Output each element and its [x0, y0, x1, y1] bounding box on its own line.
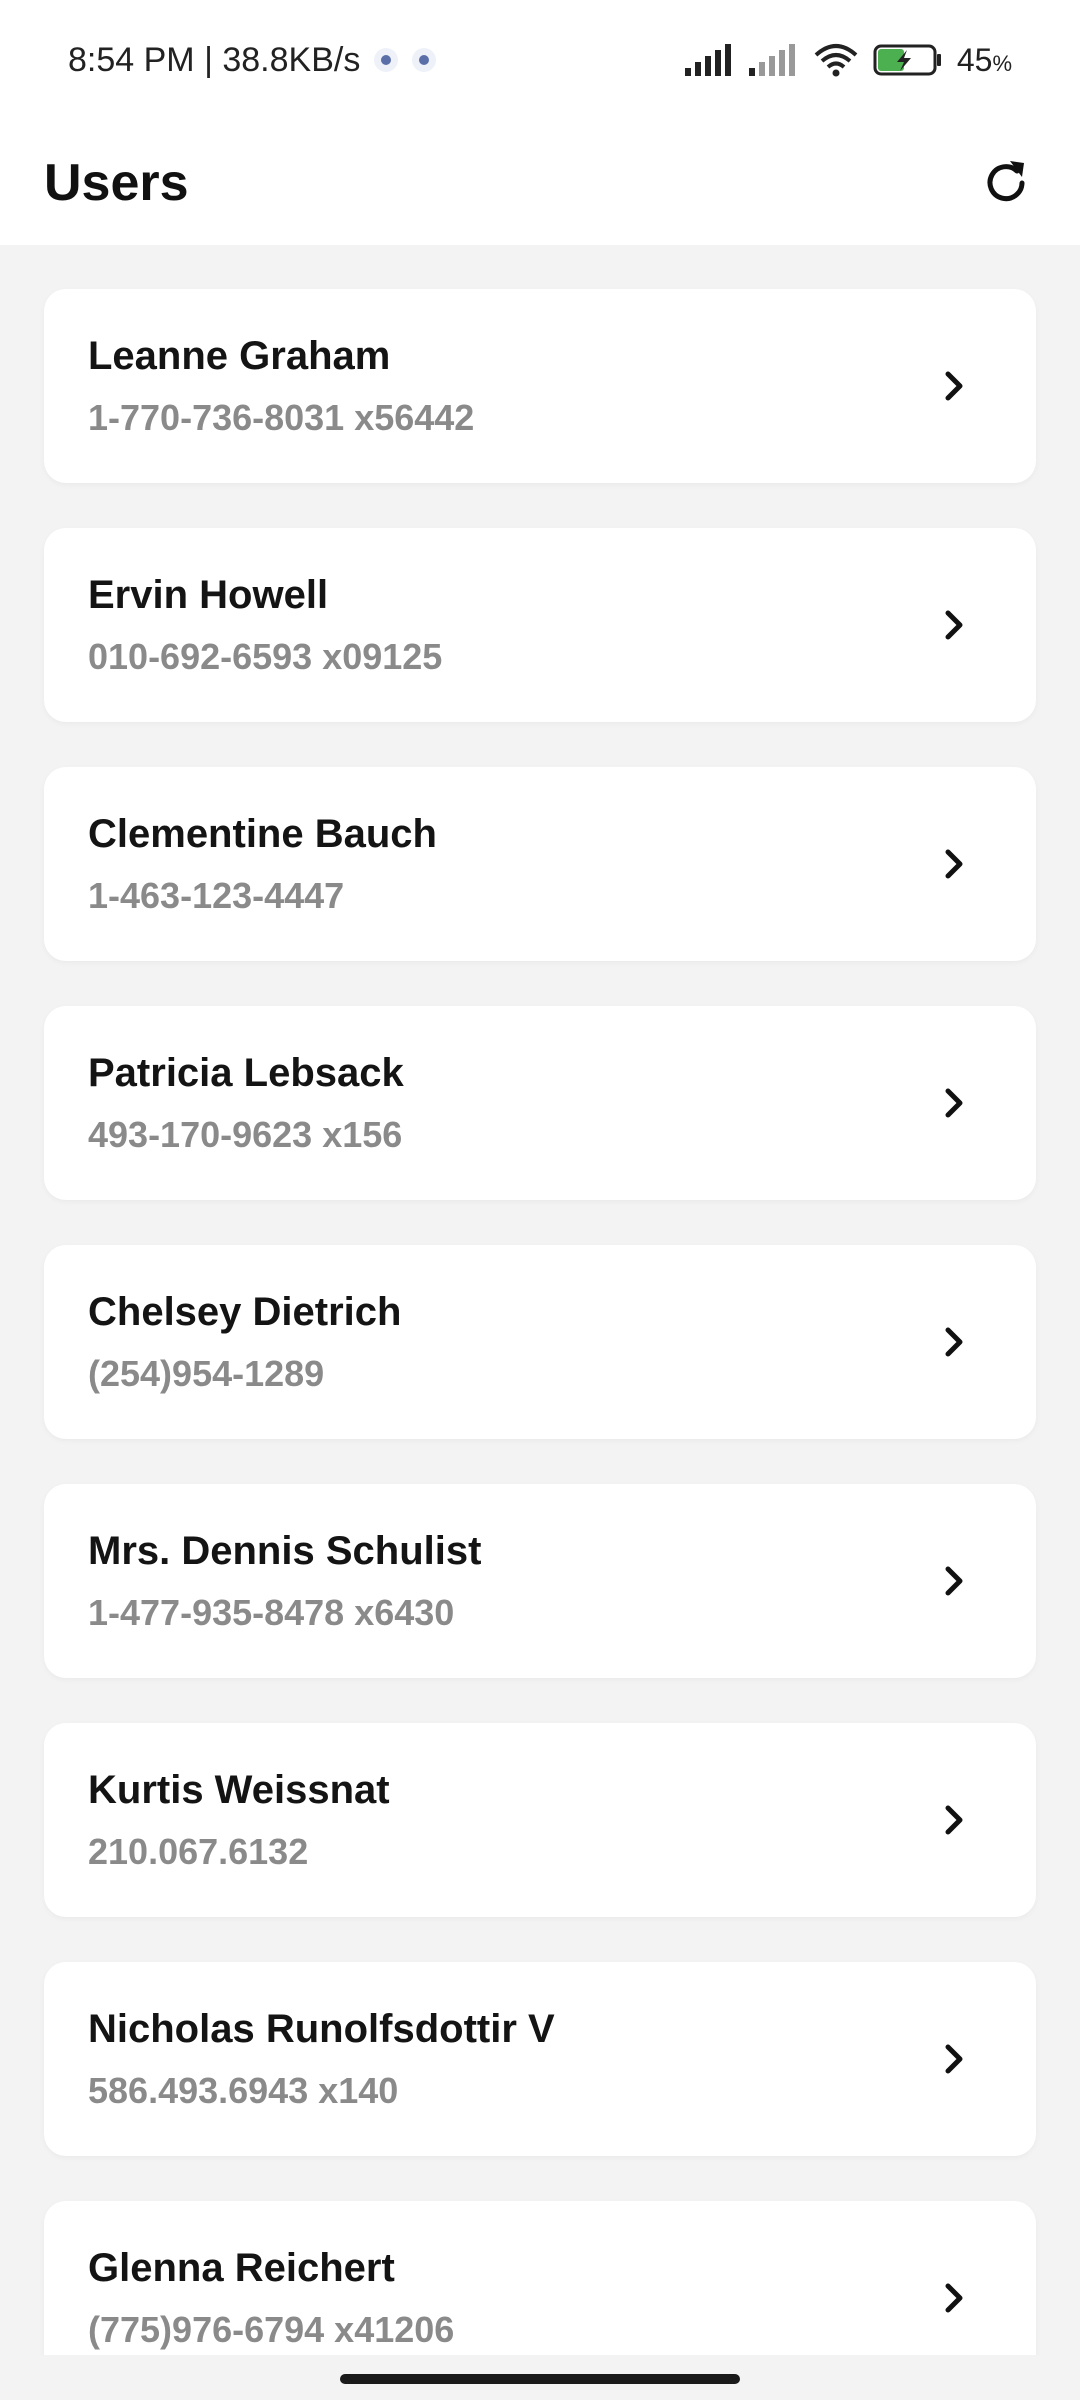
list-item-text: Ervin Howell 010-692-6593 x09125 [88, 573, 442, 678]
list-item-text: Chelsey Dietrich (254)954-1289 [88, 1290, 401, 1395]
chevron-right-icon [945, 2283, 963, 2313]
chevron-right-icon [945, 371, 963, 401]
list-item[interactable]: Nicholas Runolfsdottir V 586.493.6943 x1… [44, 1962, 1036, 2156]
status-time-speed: 8:54 PM | 38.8KB/s [68, 40, 361, 79]
user-name: Chelsey Dietrich [88, 1289, 402, 1334]
user-name: Kurtis Weissnat [88, 1767, 390, 1812]
chevron-right-icon [945, 2044, 963, 2074]
chevron-right-icon [945, 849, 963, 879]
user-name: Nicholas Runolfsdottir V [88, 2006, 555, 2051]
wifi-icon [814, 44, 858, 77]
user-phone: 1-463-123-4447 [88, 874, 345, 916]
user-phone: (775)976-6794 x41206 [88, 2308, 455, 2350]
refresh-button[interactable] [976, 153, 1036, 213]
user-phone: 010-692-6593 x09125 [88, 635, 443, 677]
notification-icon [374, 48, 399, 72]
list-item-text: Patricia Lebsack 493-170-9623 x156 [88, 1051, 404, 1156]
user-name: Glenna Reichert [88, 2245, 395, 2290]
list-item[interactable]: Glenna Reichert (775)976-6794 x41206 [44, 2201, 1036, 2355]
list-item-text: Kurtis Weissnat 210.067.6132 [88, 1768, 390, 1873]
user-list[interactable]: Leanne Graham 1-770-736-8031 x56442 Ervi… [0, 245, 1080, 2355]
user-phone: 493-170-9623 x156 [88, 1113, 403, 1155]
list-item[interactable]: Leanne Graham 1-770-736-8031 x56442 [44, 289, 1036, 483]
refresh-icon [987, 160, 1025, 201]
user-name: Patricia Lebsack [88, 1050, 404, 1095]
list-item[interactable]: Patricia Lebsack 493-170-9623 x156 [44, 1006, 1036, 1200]
list-item[interactable]: Ervin Howell 010-692-6593 x09125 [44, 528, 1036, 722]
user-name: Mrs. Dennis Schulist [88, 1528, 482, 1573]
battery-percent: 45% [956, 41, 1012, 78]
gesture-nav-handle[interactable] [340, 2374, 740, 2384]
user-phone: 210.067.6132 [88, 1830, 309, 1872]
chevron-right-icon [945, 1566, 963, 1596]
battery-icon [873, 44, 941, 76]
user-phone: 1-770-736-8031 x56442 [88, 396, 475, 438]
chevron-right-icon [945, 1088, 963, 1118]
list-item-text: Leanne Graham 1-770-736-8031 x56442 [88, 334, 474, 439]
page-title: Users [44, 153, 189, 212]
signal-icon-secondary [748, 44, 795, 76]
list-item[interactable]: Mrs. Dennis Schulist 1-477-935-8478 x643… [44, 1484, 1036, 1678]
user-phone: 1-477-935-8478 x6430 [88, 1591, 455, 1633]
list-item-text: Nicholas Runolfsdottir V 586.493.6943 x1… [88, 2007, 555, 2112]
notification-icon [412, 48, 437, 72]
list-item-text: Clementine Bauch 1-463-123-4447 [88, 812, 437, 917]
user-name: Ervin Howell [88, 572, 329, 617]
status-right: 45% [684, 41, 1012, 79]
list-item-text: Mrs. Dennis Schulist 1-477-935-8478 x643… [88, 1529, 481, 1634]
list-item[interactable]: Chelsey Dietrich (254)954-1289 [44, 1245, 1036, 1439]
user-name: Leanne Graham [88, 333, 391, 378]
chevron-right-icon [945, 1327, 963, 1357]
user-name: Clementine Bauch [88, 811, 437, 856]
status-left: 8:54 PM | 38.8KB/s [68, 40, 437, 80]
user-phone: 586.493.6943 x140 [88, 2069, 399, 2111]
signal-icon [684, 44, 731, 76]
chevron-right-icon [945, 1805, 963, 1835]
user-phone: (254)954-1289 [88, 1352, 325, 1394]
status-bar: 8:54 PM | 38.8KB/s 45% [0, 0, 1080, 120]
list-item[interactable]: Clementine Bauch 1-463-123-4447 [44, 767, 1036, 961]
list-item-text: Glenna Reichert (775)976-6794 x41206 [88, 2246, 454, 2351]
app-bar: Users [0, 120, 1080, 245]
list-item[interactable]: Kurtis Weissnat 210.067.6132 [44, 1723, 1036, 1917]
chevron-right-icon [945, 610, 963, 640]
